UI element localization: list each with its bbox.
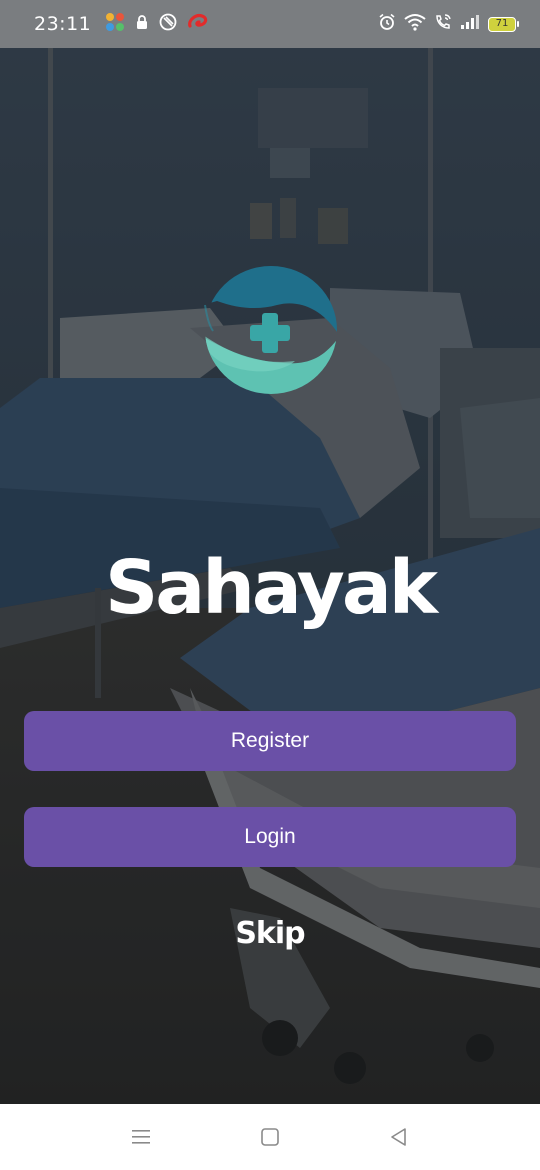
airtel-icon [187,13,209,36]
login-button-label: Login [244,825,296,848]
alarm-icon [378,13,396,36]
splash-screen: 23:11 71 Sahayak Register Login Skip [0,0,540,1170]
skip-link[interactable]: Skip [0,916,540,951]
shield-icon [159,13,177,36]
battery-icon: 71 [488,16,519,32]
register-button-label: Register [230,729,310,752]
login-button[interactable]: Login [24,807,516,867]
wifi-icon [404,13,426,36]
status-time: 23:11 [34,13,92,35]
system-nav-bar [0,1104,540,1170]
app-title: Sahayak [105,545,438,631]
app-grid-icon [105,12,125,37]
back-icon[interactable] [386,1124,412,1150]
signal-icon [460,14,480,35]
register-button[interactable]: Register [24,711,516,771]
medical-cross-icon [250,313,290,353]
status-left-icons [105,12,209,37]
menu-icon[interactable] [128,1124,154,1150]
status-bar: 23:11 71 [0,0,540,48]
home-icon[interactable] [257,1124,283,1150]
status-right-icons: 71 [378,13,519,36]
wifi-call-icon [434,13,452,36]
app-logo [203,265,339,395]
lock-icon [135,14,149,35]
